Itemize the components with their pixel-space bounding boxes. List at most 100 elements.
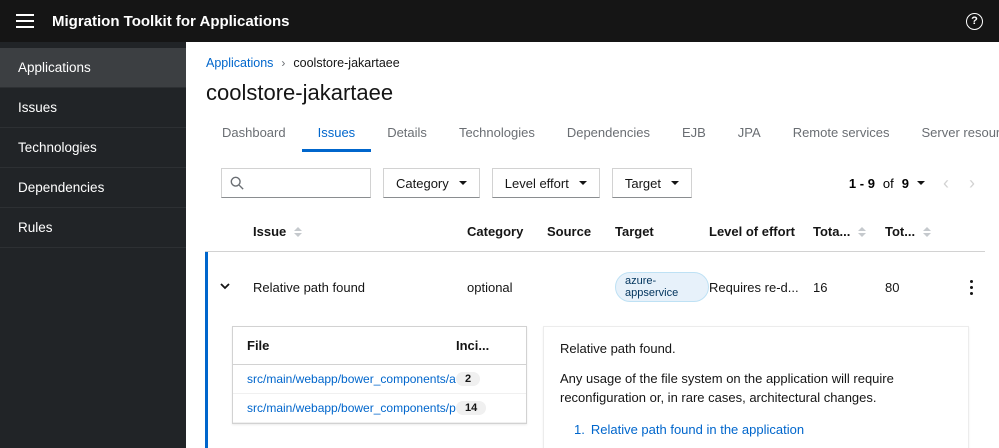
column-header-source: Source — [547, 224, 615, 239]
issue-reference-link[interactable]: Relative path found in the application — [591, 422, 804, 437]
sort-icon — [858, 227, 866, 237]
target-filter-dropdown[interactable]: Target — [611, 168, 692, 198]
page-title: coolstore-jakartaee — [206, 80, 394, 105]
tabs: Dashboard Issues Details Technologies De… — [206, 116, 999, 152]
file-link[interactable]: src/main/webapp/bower_components/pattern… — [247, 401, 456, 415]
pagination-menu-toggle[interactable]: 1 - 9 of 9 — [841, 176, 933, 191]
total-effort-cell: 80 — [885, 279, 900, 295]
pagination-total: 9 — [901, 175, 909, 191]
row-kebab-menu-button[interactable] — [966, 276, 977, 299]
tab-server-resources[interactable]: Server resources — [906, 116, 999, 152]
column-header-level-of-effort-label: Level of effort — [709, 224, 795, 239]
files-table-header: File Inci... — [233, 327, 526, 365]
issue-description-title: Relative path found. — [560, 341, 676, 356]
column-header-total-incidents[interactable]: Tota... — [813, 224, 885, 239]
files-column-incidents-label: Inci... — [456, 338, 490, 353]
tab-details[interactable]: Details — [371, 116, 443, 152]
column-header-issue-label: Issue — [253, 224, 287, 239]
column-header-issue[interactable]: Issue — [253, 224, 467, 239]
question-circle-icon: ? — [966, 12, 983, 30]
expanded-row-group: Relative path found optional azure-appse… — [205, 252, 985, 448]
search-input-wrapper — [221, 168, 371, 198]
target-label-badge: azure-appservice — [615, 272, 709, 302]
search-input[interactable] — [250, 174, 362, 192]
caret-down-icon — [458, 181, 467, 185]
issue-cell: Relative path found — [253, 279, 366, 295]
column-header-total-incidents-label: Tota... — [813, 224, 851, 239]
file-row: src/main/webapp/bower_components/pattern… — [233, 394, 526, 423]
masthead: Migration Toolkit for Applications ? — [0, 0, 999, 42]
pagination-prev-button[interactable]: ‹ — [933, 174, 959, 192]
column-header-target: Target — [615, 224, 709, 239]
column-header-source-label: Source — [547, 224, 592, 239]
column-header-target-label: Target — [615, 224, 654, 239]
sidebar-item-applications[interactable]: Applications — [0, 48, 186, 88]
row-expand-toggle[interactable] — [208, 279, 253, 296]
target-cell: azure-appservice — [615, 272, 709, 302]
level-effort-filter-label: Level effort — [504, 175, 569, 191]
layout: Applications Issues Technologies Depende… — [0, 42, 999, 448]
tab-dependencies[interactable]: Dependencies — [551, 116, 666, 152]
category-filter-dropdown[interactable]: Category — [383, 168, 480, 198]
total-incidents-cell: 16 — [813, 279, 828, 295]
issue-description-body: Any usage of the file system on the appl… — [560, 371, 894, 405]
category-cell: optional — [467, 279, 513, 295]
level-of-effort-cell: Requires re-d... — [709, 279, 799, 295]
hamburger-icon — [16, 14, 34, 28]
tab-issues[interactable]: Issues — [301, 116, 372, 152]
sidebar-item-issues[interactable]: Issues — [0, 88, 186, 128]
column-header-total-effort-label: Tot... — [885, 224, 916, 239]
incident-count-badge: 2 — [456, 372, 481, 386]
issue-reference-number: 1. — [574, 421, 585, 437]
category-filter-label: Category — [396, 175, 449, 191]
sidebar-item-dependencies[interactable]: Dependencies — [0, 168, 186, 208]
caret-down-icon — [917, 181, 925, 185]
help-button[interactable]: ? — [966, 12, 983, 30]
tab-remote-services[interactable]: Remote services — [777, 116, 906, 152]
issue-reference-item: 1. Relative path found in the applicatio… — [574, 422, 952, 437]
issue-description-card: Relative path found. Any usage of the fi… — [543, 326, 969, 448]
column-header-category: Category — [467, 224, 547, 239]
sidebar-item-technologies[interactable]: Technologies — [0, 128, 186, 168]
file-row: src/main/webapp/bower_components/angular… — [233, 365, 526, 394]
kebab-icon — [970, 279, 973, 295]
caret-down-icon — [670, 181, 679, 185]
breadcrumb-link-applications[interactable]: Applications — [206, 56, 273, 70]
expanded-detail-area: File Inci... src/main/webapp/bower_compo… — [208, 318, 985, 448]
pagination-of-label: of — [882, 175, 894, 191]
main-content: Applications › coolstore-jakartaee cools… — [186, 42, 999, 448]
breadcrumb-separator-icon: › — [281, 56, 286, 70]
chevron-down-icon — [220, 282, 230, 289]
column-header-level-of-effort: Level of effort — [709, 224, 813, 239]
incident-count-badge: 14 — [456, 401, 487, 415]
page-header: Applications › coolstore-jakartaee cools… — [186, 42, 999, 152]
breadcrumb: Applications › coolstore-jakartaee — [206, 56, 983, 70]
search-icon — [230, 176, 244, 190]
column-header-category-label: Category — [467, 224, 524, 239]
file-link[interactable]: src/main/webapp/bower_components/angular… — [247, 372, 456, 386]
pagination-range: 1 - 9 — [848, 175, 875, 191]
table-row: Relative path found optional azure-appse… — [208, 252, 985, 318]
tab-dashboard[interactable]: Dashboard — [206, 116, 302, 152]
tab-technologies[interactable]: Technologies — [443, 116, 551, 152]
sort-icon — [294, 227, 302, 237]
tab-jpa[interactable]: JPA — [722, 116, 777, 152]
app-title: Migration Toolkit for Applications — [52, 12, 290, 30]
tab-ejb[interactable]: EJB — [666, 116, 722, 152]
breadcrumb-current: coolstore-jakartaee — [293, 56, 400, 70]
caret-down-icon — [578, 181, 587, 185]
issues-table-header: Issue Category Source Target Level of ef… — [205, 212, 985, 252]
nav-toggle-button[interactable] — [16, 14, 34, 28]
issues-content: Category Level effort Target 1 - 9 of 9 — [186, 152, 999, 448]
sort-icon — [923, 227, 931, 237]
sidebar: Applications Issues Technologies Depende… — [0, 42, 186, 448]
column-header-total-effort[interactable]: Tot... — [885, 224, 947, 239]
target-filter-label: Target — [624, 175, 661, 191]
sidebar-item-rules[interactable]: Rules — [0, 208, 186, 248]
toolbar: Category Level effort Target 1 - 9 of 9 — [205, 168, 985, 198]
level-effort-filter-dropdown[interactable]: Level effort — [491, 168, 600, 198]
affected-files-card: File Inci... src/main/webapp/bower_compo… — [232, 326, 527, 424]
pagination: 1 - 9 of 9 ‹ › — [841, 174, 985, 192]
pagination-next-button[interactable]: › — [959, 174, 985, 192]
files-column-file-label: File — [247, 338, 270, 353]
